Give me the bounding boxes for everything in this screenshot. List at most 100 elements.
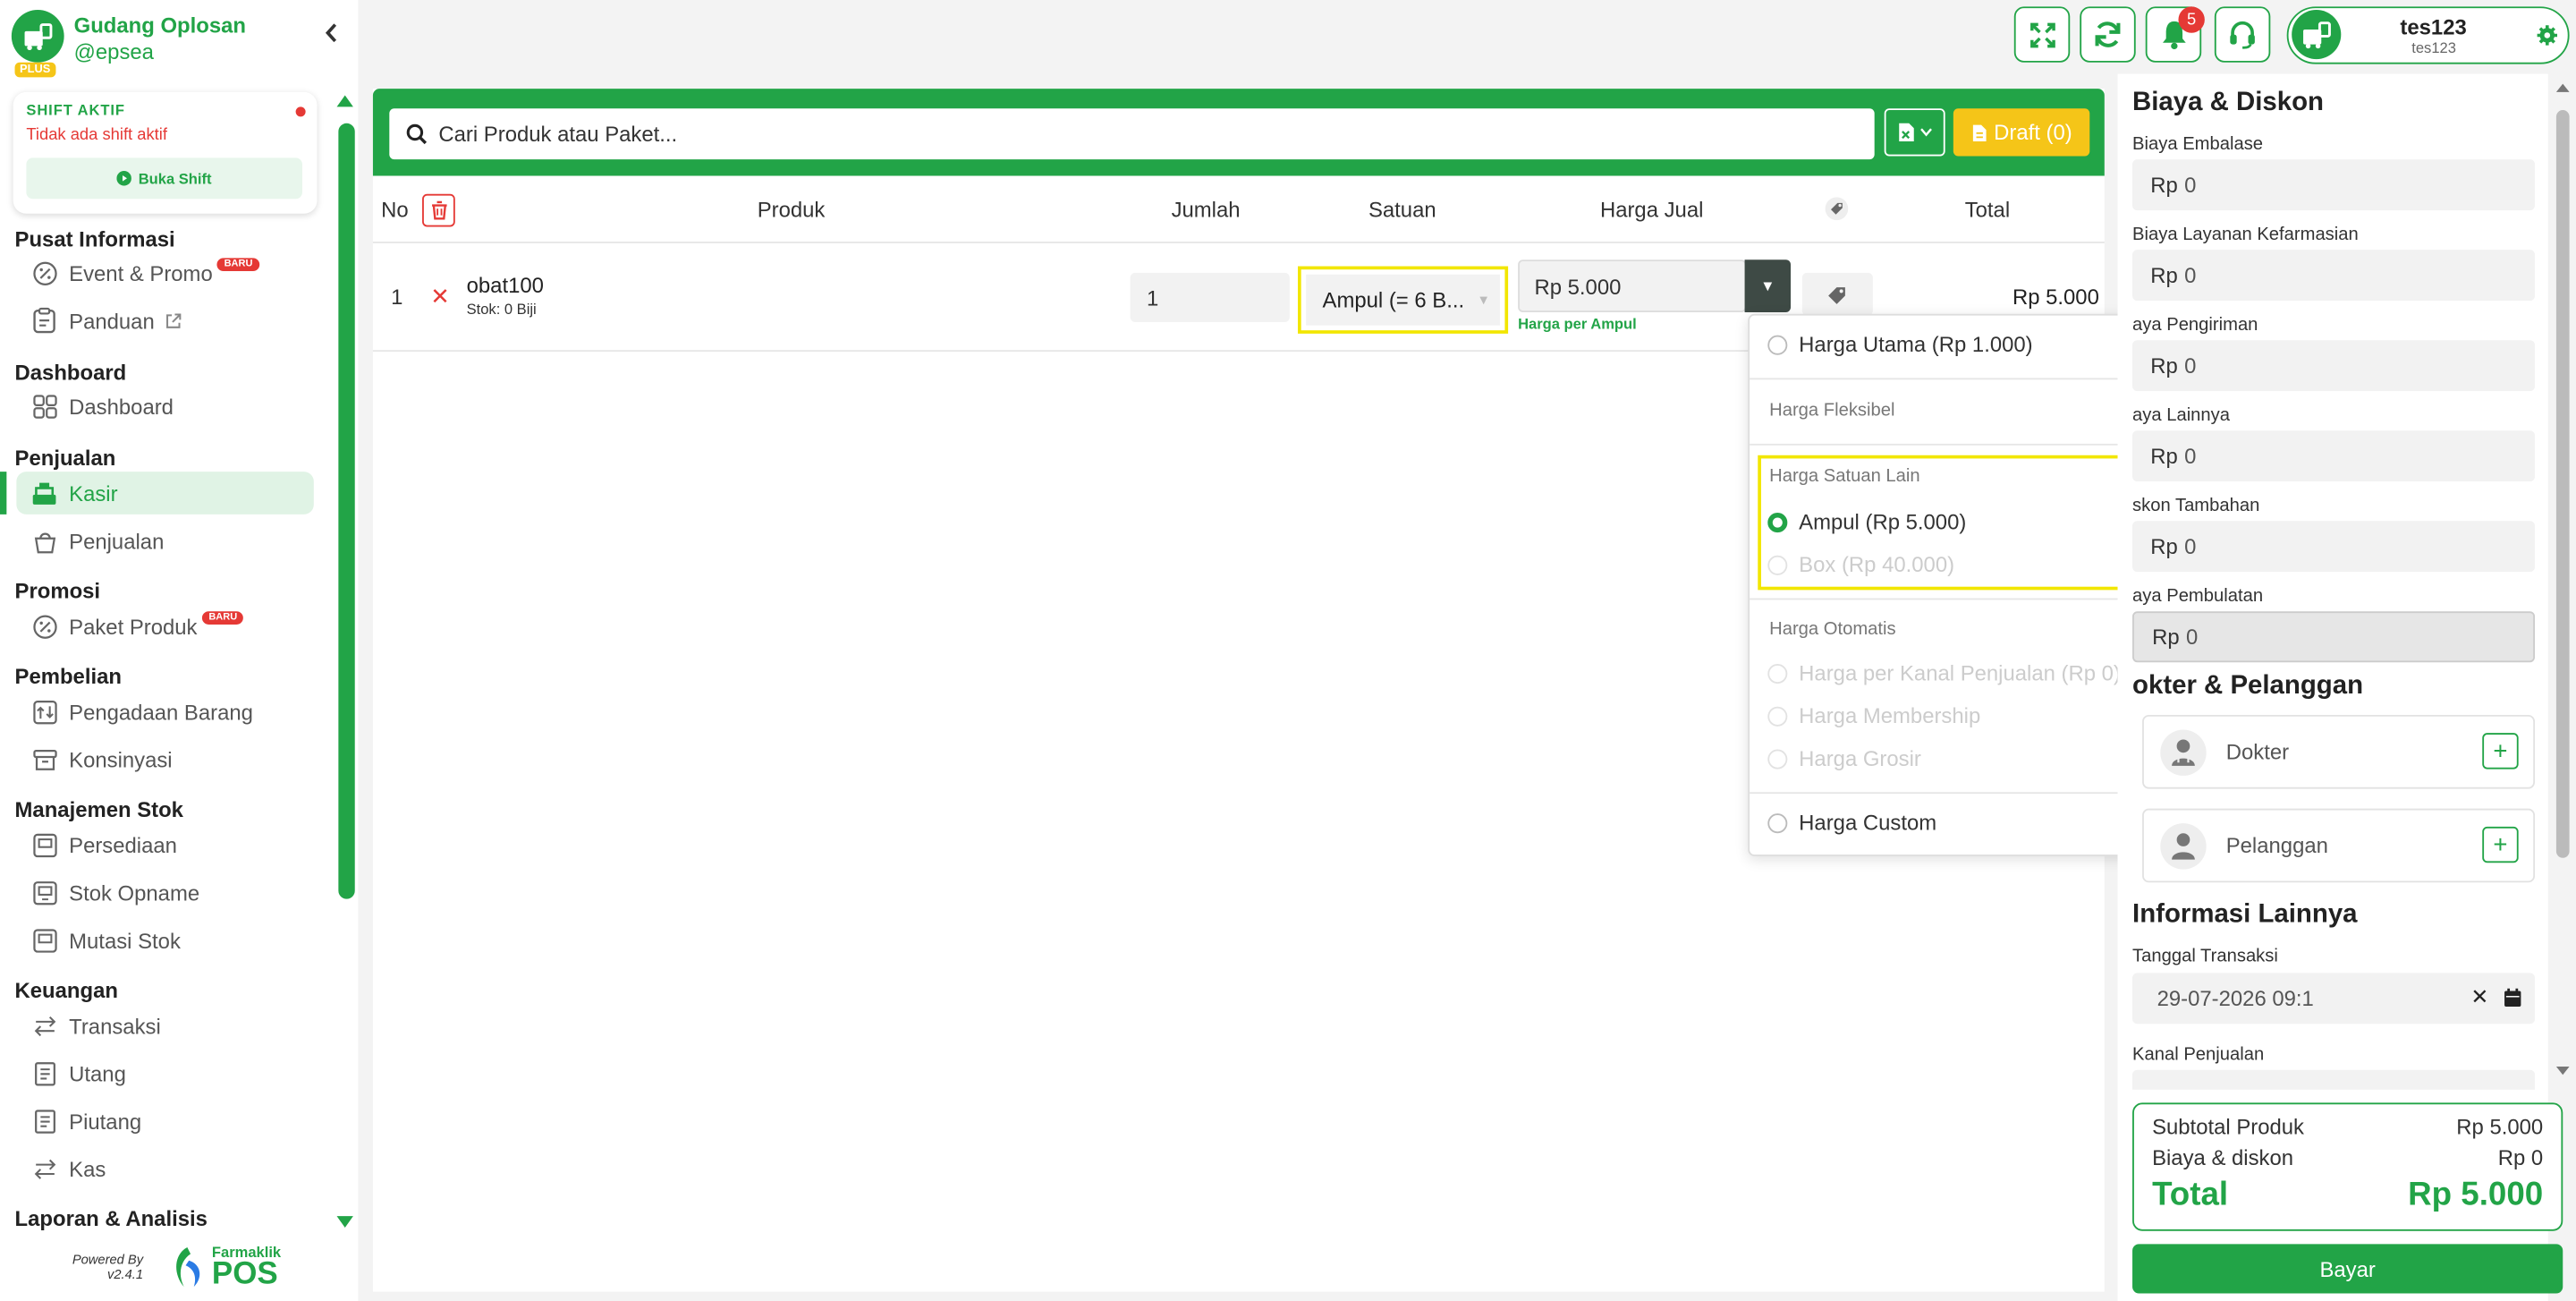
- extra-discount-input[interactable]: Rp 0: [2132, 521, 2536, 573]
- quantity-input[interactable]: 1: [1130, 272, 1290, 322]
- refresh-icon: [2093, 20, 2123, 49]
- sidebar-item-penjualan[interactable]: Penjualan: [16, 519, 313, 562]
- sidebar-item-kasir[interactable]: Kasir: [16, 472, 314, 514]
- right-scrollbar[interactable]: [2551, 73, 2576, 1093]
- clear-date-icon[interactable]: ✕: [2470, 984, 2488, 1010]
- customer-selector[interactable]: Pelanggan +: [2142, 808, 2536, 883]
- search-bar: Cari Produk atau Paket... Draft (0): [372, 89, 2105, 176]
- group-auto: Harga Otomatis: [1769, 619, 1896, 640]
- sidebar-item-persediaan[interactable]: Persediaan: [16, 823, 313, 866]
- farmaklik-logo-icon: [176, 1247, 200, 1288]
- calendar-icon[interactable]: [2504, 988, 2521, 1008]
- product-search-input[interactable]: Cari Produk atau Paket...: [389, 108, 1875, 160]
- date-value: 29-07-2026 09:1: [2157, 986, 2314, 1011]
- sidebar-item-konsinyasi[interactable]: Konsinyasi: [16, 738, 313, 781]
- fee-label: Biaya Embalase: [2132, 134, 2264, 155]
- chevron-left-icon[interactable]: [325, 23, 339, 43]
- transaction-date-input[interactable]: 29-07-2026 09:1 ✕: [2132, 973, 2536, 1025]
- user-name: tes123: [2400, 14, 2467, 40]
- app-root: PLUS Gudang Oplosan @epsea SHIFT AKTIF T…: [0, 0, 2576, 1301]
- radio-icon: [1767, 334, 1788, 354]
- group-other-units: Harga Satuan Lain: [1769, 466, 1920, 487]
- parties-title: okter & Pelanggan: [2132, 672, 2364, 701]
- channel-label: Kanal Penjualan: [2132, 1045, 2265, 1066]
- user-menu[interactable]: tes123 tes123: [2286, 6, 2570, 64]
- radio-icon: [1767, 705, 1788, 726]
- doctor-selector[interactable]: Dokter +: [2142, 714, 2536, 789]
- excel-import-button[interactable]: [1884, 108, 1945, 157]
- fees-value: Rp 0: [2497, 1145, 2544, 1170]
- sidebar-item-label: Kas: [69, 1156, 106, 1181]
- document-icon: [1972, 123, 1986, 141]
- sidebar-item-transaksi[interactable]: Transaksi: [16, 1004, 313, 1047]
- sidebar-item-pengadaan-barang[interactable]: Pengadaan Barang: [16, 690, 313, 733]
- scroll-up-icon[interactable]: [335, 94, 355, 109]
- discount-tag-button[interactable]: [1801, 272, 1873, 316]
- farmaklik-pos-logo: Farmaklik POS: [167, 1244, 281, 1289]
- sidebar-item-panduan[interactable]: Panduan: [16, 299, 313, 342]
- chevron-down-icon: ▼: [1477, 292, 1490, 308]
- currency-prefix: Rp: [2150, 443, 2178, 469]
- sidebar-item-utang[interactable]: Utang: [16, 1051, 313, 1094]
- scroll-up-icon[interactable]: [2555, 82, 2571, 94]
- brand: PLUS Gudang Oplosan @epsea: [11, 10, 340, 82]
- sales-channel-select[interactable]: [2132, 1069, 2536, 1090]
- sidebar-item-label: Persediaan: [69, 832, 177, 857]
- refresh-button[interactable]: [2080, 6, 2136, 63]
- sidebar-item-kas[interactable]: Kas: [16, 1147, 313, 1190]
- remove-item-icon[interactable]: ✕: [430, 283, 450, 310]
- notification-button[interactable]: 5: [2145, 6, 2205, 63]
- sidebar-scrollbar[interactable]: [334, 94, 355, 1231]
- cash-icon: [31, 1155, 57, 1181]
- open-shift-button[interactable]: Buka Shift: [26, 157, 302, 200]
- menu-section-dashboard: Dashboard: [14, 360, 127, 385]
- scroll-down-icon[interactable]: [335, 1214, 355, 1229]
- settings-icon[interactable]: [2537, 25, 2558, 47]
- pay-button[interactable]: Bayar: [2132, 1244, 2563, 1294]
- support-button[interactable]: [2214, 6, 2271, 63]
- fullscreen-button[interactable]: [2013, 6, 2071, 63]
- price-input[interactable]: Rp 5.000: [1518, 259, 1747, 312]
- trash-icon: [431, 200, 446, 220]
- sidebar-item-stok-opname[interactable]: Stok Opname: [16, 871, 313, 914]
- fee-label: aya Pengiriman: [2132, 315, 2258, 336]
- unit-select[interactable]: Ampul (= 6 B... ▼: [1297, 266, 1509, 334]
- fee-label: aya Pembulatan: [2132, 586, 2264, 607]
- sidebar-item-paket-produk[interactable]: Paket Produk BARU: [16, 605, 313, 648]
- sidebar-item-dashboard[interactable]: Dashboard: [16, 385, 313, 428]
- add-doctor-button[interactable]: +: [2482, 733, 2519, 770]
- date-label: Tanggal Transaksi: [2132, 946, 2278, 966]
- draft-button[interactable]: Draft (0): [1953, 108, 2090, 157]
- scroll-down-icon[interactable]: [2555, 1065, 2571, 1076]
- clear-cart-button[interactable]: [422, 193, 455, 227]
- pharmacy-service-fee-input[interactable]: Rp 0: [2132, 250, 2536, 302]
- sidebar-item-label: Stok Opname: [69, 880, 200, 906]
- sidebar-item-mutasi-stok[interactable]: Mutasi Stok: [16, 919, 313, 962]
- box-icon: [31, 746, 57, 772]
- menu-section-penjualan: Penjualan: [14, 445, 116, 471]
- clipboard-icon: [31, 307, 57, 334]
- shift-status: Tidak ada shift aktif: [26, 126, 167, 145]
- add-customer-button[interactable]: +: [2482, 826, 2519, 863]
- packaging-fee-input[interactable]: Rp 0: [2132, 159, 2536, 211]
- dropdown-divider: [1750, 378, 2154, 380]
- shipping-fee-input[interactable]: Rp 0: [2132, 340, 2536, 392]
- price-option-ampul[interactable]: Ampul (Rp 5.000): [1767, 509, 1966, 534]
- total-label: Total: [2152, 1177, 2229, 1213]
- fee-label: skon Tambahan: [2132, 496, 2260, 516]
- shift-status-dot: [295, 106, 306, 117]
- right-scroll-thumb[interactable]: [2555, 110, 2570, 858]
- external-link-icon: [165, 311, 182, 329]
- other-fee-input[interactable]: Rp 0: [2132, 430, 2536, 482]
- fee-label: Biaya Layanan Kefarmasian: [2132, 225, 2359, 245]
- fees-row: Biaya & diskon Rp 0: [2152, 1145, 2543, 1170]
- price-option-custom[interactable]: Harga Custom: [1767, 810, 1936, 835]
- procurement-icon: [31, 699, 57, 725]
- sidebar-scroll-thumb[interactable]: [338, 123, 355, 899]
- sidebar-item-piutang[interactable]: Piutang: [16, 1100, 313, 1143]
- fee-value: 0: [2185, 624, 2199, 650]
- stock-mutation-icon: [31, 927, 57, 953]
- sidebar-item-event-promo[interactable]: Event & Promo BARU: [16, 251, 313, 294]
- price-dropdown-toggle[interactable]: ▼: [1744, 259, 1792, 312]
- price-option-main[interactable]: Harga Utama (Rp 1.000): [1767, 332, 2033, 357]
